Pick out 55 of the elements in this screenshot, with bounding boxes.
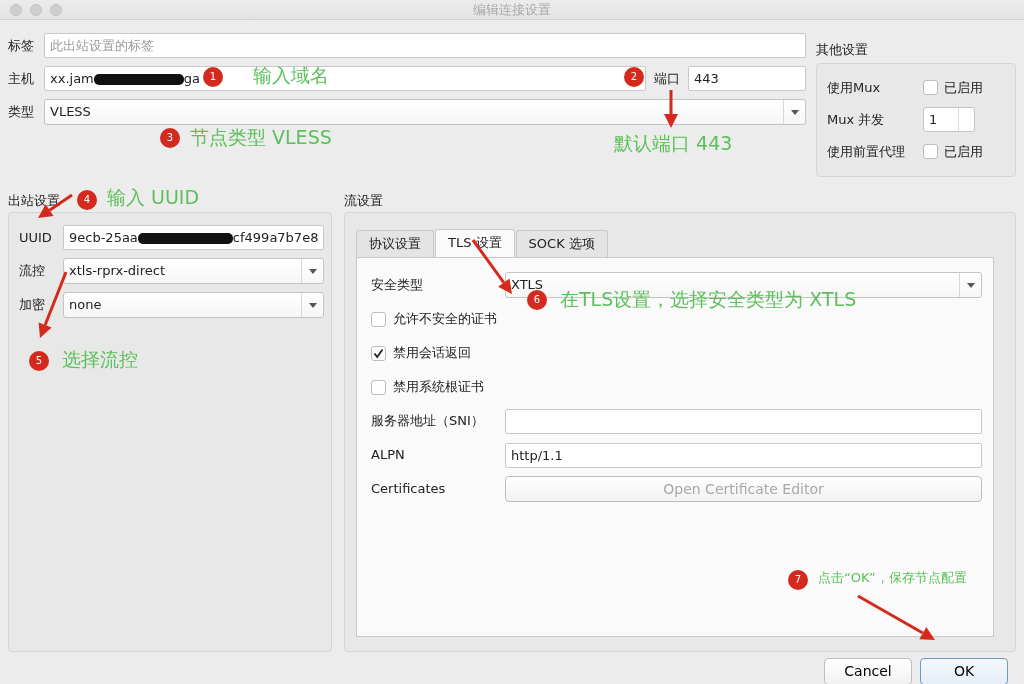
checkbox-label: 允许不安全的证书 xyxy=(393,310,497,329)
checkbox[interactable] xyxy=(923,80,938,95)
checkbox-label: 禁用系统根证书 xyxy=(393,378,484,397)
caret-icon xyxy=(308,302,317,308)
checkbox[interactable] xyxy=(923,144,938,159)
field-label: 标签 xyxy=(8,36,35,55)
group-title: 流设置 xyxy=(344,191,383,210)
field-label: 安全类型 xyxy=(371,276,424,295)
port-field[interactable]: 443 xyxy=(688,66,806,91)
type-select[interactable]: VLESS xyxy=(44,99,806,125)
text-field[interactable] xyxy=(505,408,982,434)
annotation-note: 默认端口 443 xyxy=(614,132,733,155)
dropdown[interactable]: none xyxy=(63,292,324,318)
window-control[interactable] xyxy=(50,4,62,16)
annotation-note: 节点类型 VLESS xyxy=(190,126,332,149)
tab[interactable]: SOCK 选项 xyxy=(515,230,608,257)
annotation-note: 输入域名 xyxy=(253,64,329,87)
annotation-note: 选择流控 xyxy=(62,348,138,371)
field-label: Mux 并发 xyxy=(827,110,886,129)
checkbox-label: 已启用 xyxy=(944,142,983,161)
field-label: 服务器地址（SNI） xyxy=(371,412,485,431)
step-badge: 3 xyxy=(160,128,180,148)
text-field[interactable]: http/1.1 xyxy=(505,442,982,468)
annotation-note: 输入 UUID xyxy=(107,186,200,209)
window-control[interactable] xyxy=(10,4,22,16)
checkbox[interactable] xyxy=(371,345,386,361)
field-label: Certificates xyxy=(371,480,447,499)
checkbox-label: 禁用会话返回 xyxy=(393,344,471,363)
field-label: 主机 xyxy=(8,69,35,88)
caret-icon xyxy=(308,268,317,274)
annotation-note: 点击“OK”，保存节点配置 xyxy=(818,570,967,586)
group-title: 其他设置 xyxy=(816,41,868,59)
field-label: UUID xyxy=(19,228,53,247)
checkbox[interactable] xyxy=(371,379,386,395)
field-label: ALPN xyxy=(371,446,406,465)
caret-icon xyxy=(790,109,799,115)
field-label: 类型 xyxy=(8,103,35,122)
uuid-field[interactable]: 9ecb-25aa cf499a7b7e8 xyxy=(63,225,324,250)
field-label: 使用Mux xyxy=(827,78,882,97)
checkbox-label: 已启用 xyxy=(944,78,983,97)
checkbox[interactable] xyxy=(371,311,386,327)
caret-icon xyxy=(966,282,975,288)
step-badge: 4 xyxy=(77,190,97,210)
spin-field[interactable]: 1 xyxy=(923,107,975,132)
window-control[interactable] xyxy=(30,4,42,16)
field-label: 使用前置代理 xyxy=(827,142,906,161)
field-label: 端口 xyxy=(654,69,680,88)
field-label: 加密 xyxy=(19,296,46,315)
field-label: 流控 xyxy=(19,262,46,281)
dialog-button[interactable]: Cancel xyxy=(824,658,912,684)
arrow xyxy=(664,90,678,128)
dropdown[interactable]: xtls-rprx-direct xyxy=(63,258,324,284)
tab[interactable]: 协议设置 xyxy=(356,230,434,257)
dialog-button[interactable]: OK xyxy=(920,658,1008,684)
window-title: 编辑连接设置 xyxy=(473,2,551,17)
